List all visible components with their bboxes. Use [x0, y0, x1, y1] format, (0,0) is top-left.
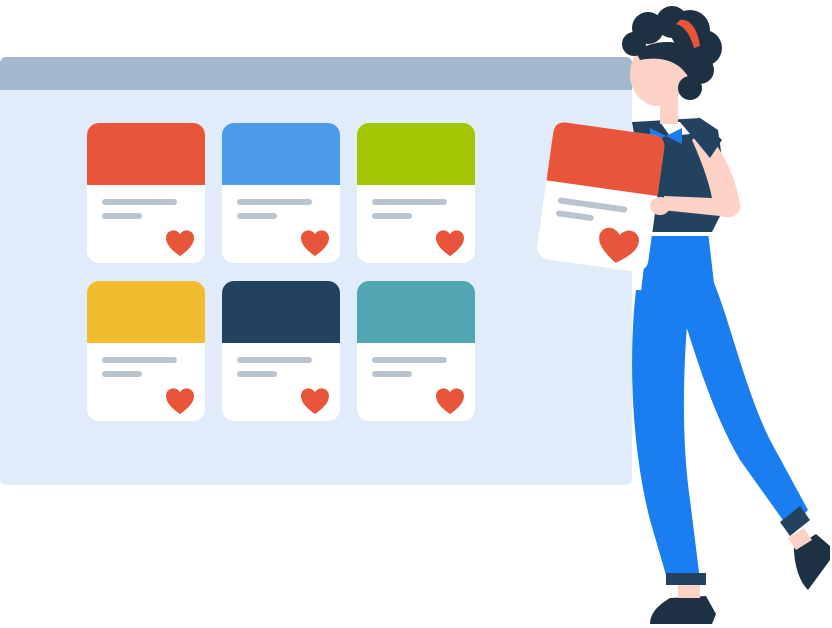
card-cover [222, 123, 340, 185]
card-title-placeholder [237, 199, 312, 205]
content-card[interactable] [87, 123, 205, 263]
card-grid [87, 123, 477, 423]
card-title-placeholder [237, 357, 312, 363]
heart-icon[interactable] [435, 229, 465, 257]
content-card[interactable] [357, 281, 475, 421]
heart-icon[interactable] [300, 229, 330, 257]
card-subtitle-placeholder [372, 371, 412, 377]
heart-icon[interactable] [435, 387, 465, 415]
jeans-hips [640, 232, 716, 300]
card-title-placeholder [102, 357, 177, 363]
card-subtitle-placeholder [102, 213, 142, 219]
card-title-placeholder [372, 357, 447, 363]
card-subtitle-placeholder [237, 213, 277, 219]
content-card[interactable] [222, 281, 340, 421]
card-title-placeholder [102, 199, 177, 205]
card-cover [87, 281, 205, 343]
content-card[interactable] [87, 281, 205, 421]
shoe-left [650, 596, 716, 624]
card-cover [357, 281, 475, 343]
card-title-placeholder [372, 199, 447, 205]
content-card[interactable] [222, 123, 340, 263]
heart-icon[interactable] [300, 387, 330, 415]
jeans-right-leg [670, 278, 808, 530]
person-holding-card-illustration [520, 0, 832, 628]
heart-icon[interactable] [165, 229, 195, 257]
card-cover [357, 123, 475, 185]
content-card[interactable] [357, 123, 475, 263]
card-subtitle-placeholder [372, 213, 412, 219]
card-subtitle-placeholder [102, 371, 142, 377]
card-cover [222, 281, 340, 343]
jeans-cuff-left [666, 573, 706, 585]
card-subtitle-placeholder [237, 371, 277, 377]
card-cover [87, 123, 205, 185]
heart-icon[interactable] [165, 387, 195, 415]
